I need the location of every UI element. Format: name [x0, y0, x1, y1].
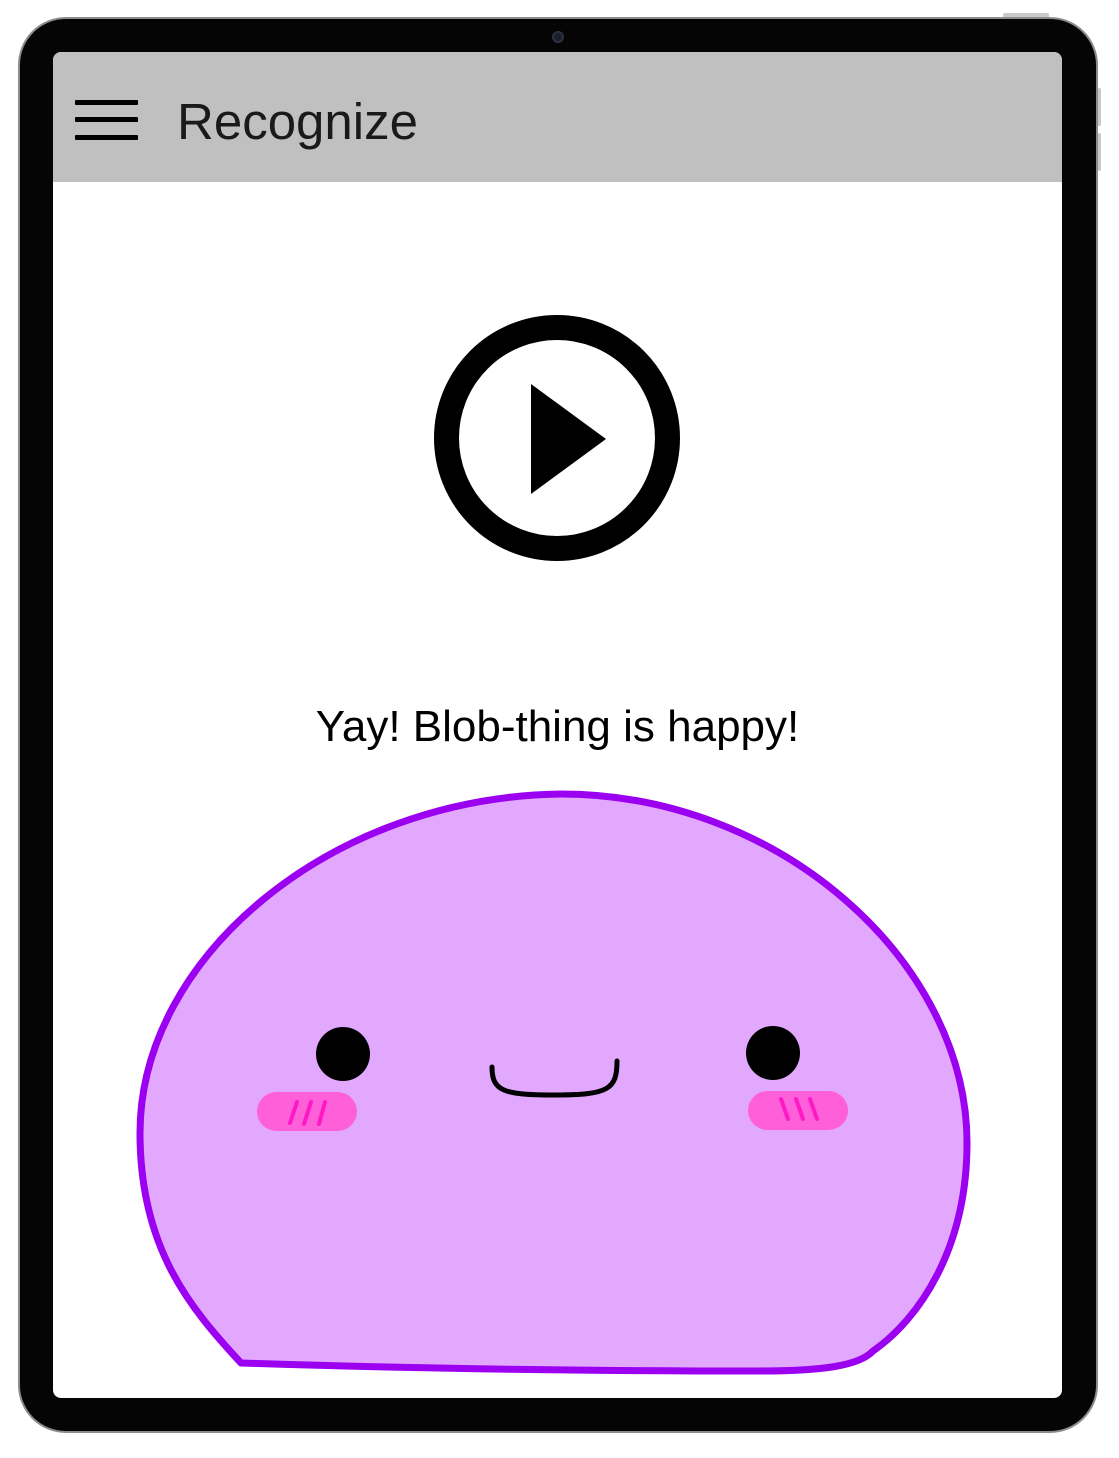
play-button[interactable] — [433, 314, 681, 562]
play-icon — [531, 384, 606, 494]
app-screen: Recognize Yay! Blob-thing is happy! — [53, 52, 1062, 1398]
page-title: Recognize — [177, 93, 418, 150]
left-eye — [316, 1027, 370, 1081]
camera-icon — [552, 31, 564, 43]
blob-character — [136, 790, 971, 1375]
hamburger-menu-icon[interactable] — [75, 99, 139, 143]
left-cheek — [257, 1092, 357, 1131]
blob-body — [136, 790, 971, 1375]
right-eye — [746, 1026, 800, 1080]
app-bar: Recognize — [53, 52, 1062, 182]
right-cheek — [748, 1091, 848, 1130]
status-message: Yay! Blob-thing is happy! — [315, 702, 800, 751]
